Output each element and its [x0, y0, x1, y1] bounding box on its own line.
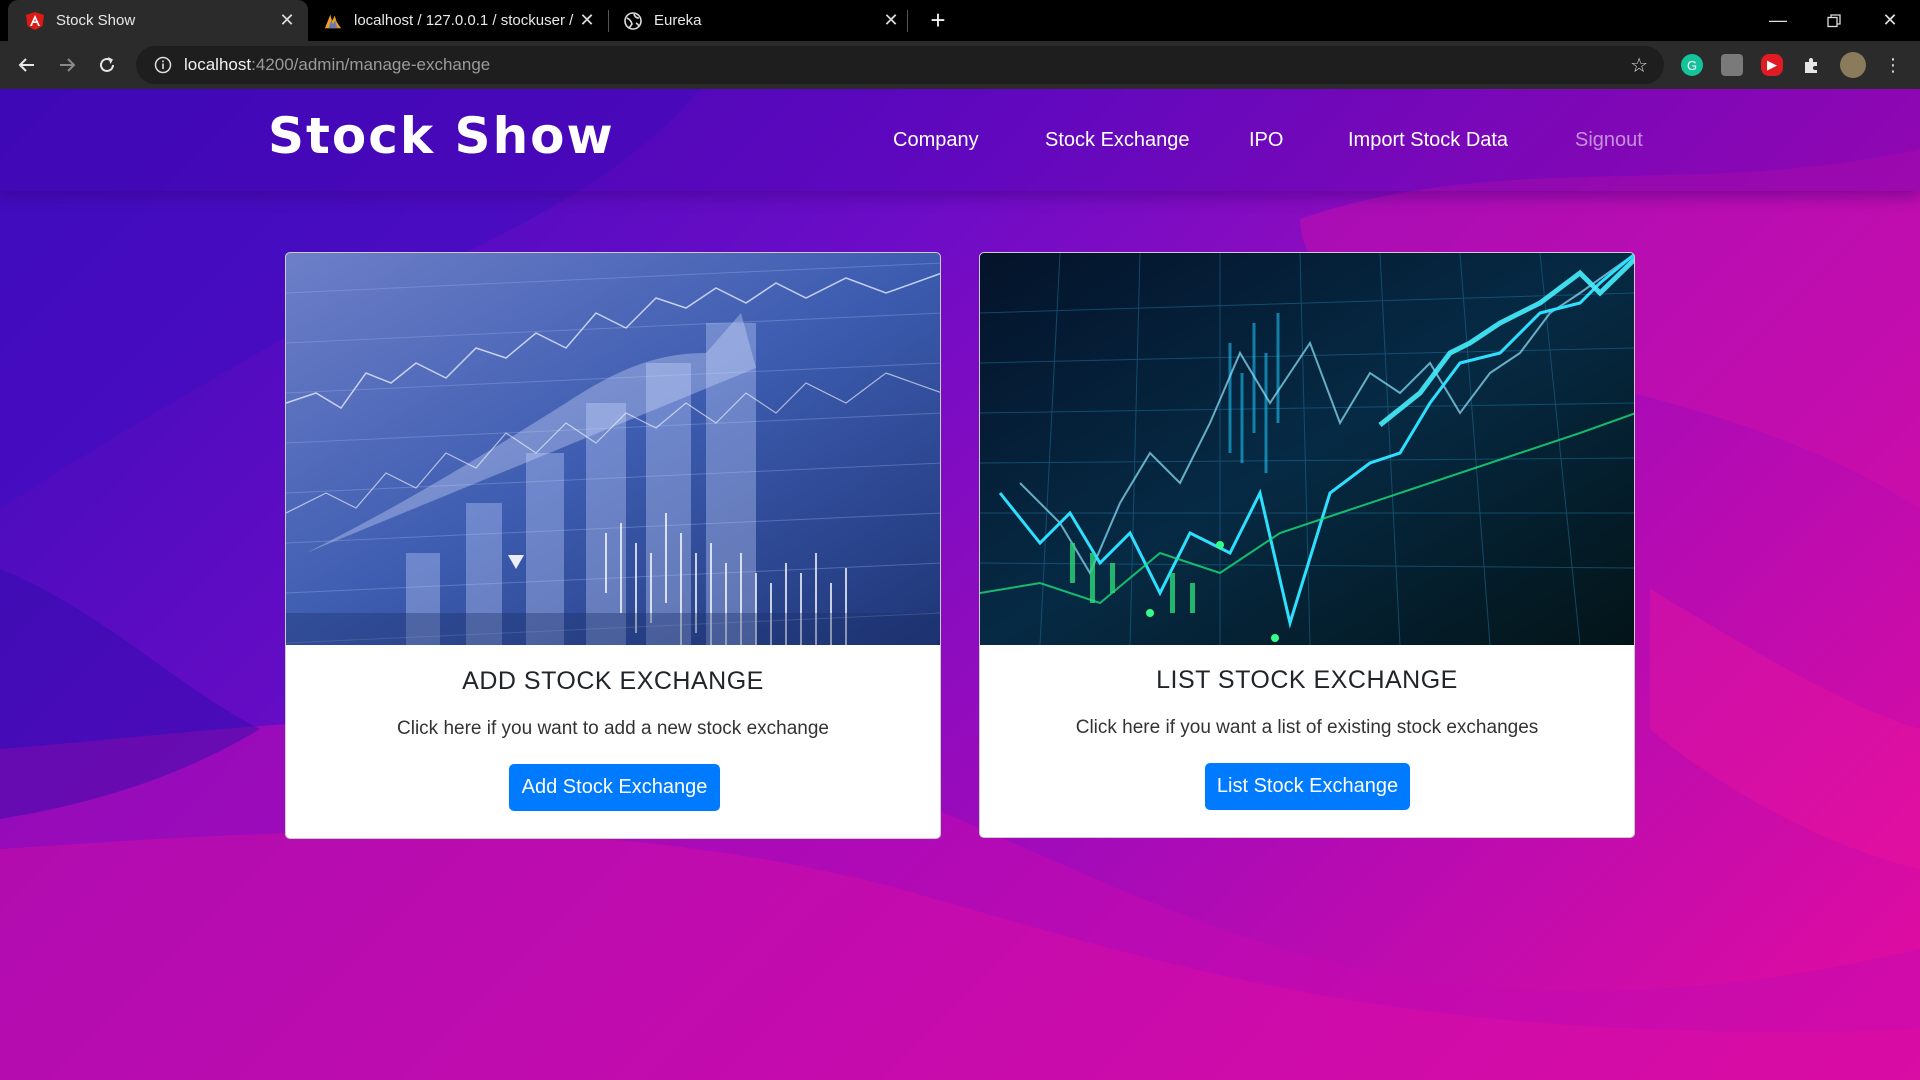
card-image-blue-chart: [286, 253, 940, 645]
tab-stock-show[interactable]: Stock Show ✕: [8, 0, 308, 41]
site-info-icon[interactable]: [146, 56, 180, 74]
url-text: localhost:4200/admin/manage-exchange: [184, 55, 490, 75]
list-stock-exchange-card: LIST STOCK EXCHANGE Click here if you wa…: [979, 252, 1635, 838]
browser-toolbar: localhost:4200/admin/manage-exchange ☆ G…: [0, 41, 1920, 89]
new-tab-button[interactable]: +: [923, 5, 953, 35]
close-tab-icon[interactable]: ✕: [576, 10, 598, 32]
add-stock-exchange-card: ADD STOCK EXCHANGE Click here if you wan…: [285, 252, 941, 839]
angular-icon: [26, 11, 44, 30]
extension-square-icon[interactable]: [1721, 54, 1743, 76]
tab-title: Eureka: [654, 12, 702, 29]
list-stock-exchange-button[interactable]: List Stock Exchange: [1205, 763, 1410, 810]
close-tab-icon[interactable]: ✕: [880, 10, 902, 32]
puzzle-extensions-icon[interactable]: [1801, 54, 1823, 76]
close-window-button[interactable]: ✕: [1862, 0, 1918, 41]
tab-eureka[interactable]: Eureka ✕: [612, 0, 912, 41]
card-title: ADD STOCK EXCHANGE: [462, 667, 764, 695]
card-title: LIST STOCK EXCHANGE: [1156, 666, 1458, 694]
kebab-menu-icon[interactable]: ⋮: [1882, 54, 1904, 76]
site-navbar: Stock Show Company Stock Exchange IPO Im…: [0, 89, 1920, 191]
grammarly-icon[interactable]: G: [1681, 54, 1703, 76]
nav-import-stock-data[interactable]: Import Stock Data: [1348, 129, 1508, 152]
back-button[interactable]: [12, 50, 42, 80]
tab-strip: Stock Show ✕ localhost / 127.0.0.1 / sto…: [0, 0, 1920, 41]
nav-ipo[interactable]: IPO: [1249, 129, 1283, 152]
phpmyadmin-icon: [324, 12, 342, 30]
bookmark-star-icon[interactable]: ☆: [1630, 53, 1648, 78]
close-tab-icon[interactable]: ✕: [276, 10, 298, 32]
reload-icon: [100, 57, 114, 72]
nav-signout[interactable]: Signout: [1575, 129, 1643, 152]
add-stock-exchange-button[interactable]: Add Stock Exchange: [509, 764, 720, 811]
avatar[interactable]: [1840, 52, 1866, 78]
restore-icon: [1827, 13, 1841, 27]
card-text: Click here if you want a list of existin…: [1075, 717, 1539, 738]
tab-separator: [608, 10, 609, 32]
forward-button[interactable]: [52, 50, 82, 80]
url-host: localhost: [184, 55, 252, 74]
brand-logo[interactable]: Stock Show: [268, 107, 615, 165]
back-arrow-icon: [18, 58, 34, 72]
tab-title: Stock Show: [56, 12, 136, 29]
forward-arrow-icon: [60, 58, 76, 72]
nav-stock-exchange[interactable]: Stock Exchange: [1045, 129, 1190, 152]
globe-icon: [624, 11, 642, 30]
card-image-neon-chart: [980, 253, 1634, 645]
tab-phpmyadmin[interactable]: localhost / 127.0.0.1 / stockuser / ✕: [312, 0, 608, 41]
card-text: Click here if you want to add a new stoc…: [397, 718, 829, 739]
minimize-button[interactable]: —: [1750, 0, 1806, 41]
page-content: Stock Show Company Stock Exchange IPO Im…: [0, 89, 1920, 1080]
tab-title: localhost / 127.0.0.1 / stockuser /: [354, 12, 574, 29]
reload-button[interactable]: [92, 50, 122, 80]
url-path: :4200/admin/manage-exchange: [251, 55, 491, 74]
youtube-extension-icon[interactable]: ▶: [1761, 54, 1783, 76]
nav-company[interactable]: Company: [893, 129, 979, 152]
restore-button[interactable]: [1806, 0, 1862, 41]
tab-separator: [907, 10, 908, 32]
address-bar[interactable]: localhost:4200/admin/manage-exchange ☆: [136, 46, 1664, 84]
